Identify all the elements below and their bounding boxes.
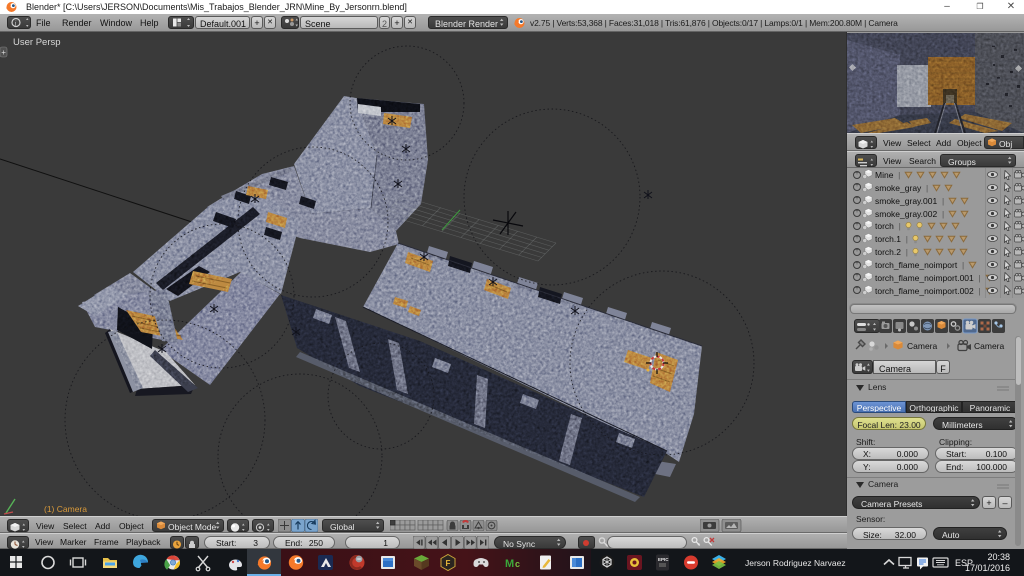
svg-text:+: +	[1, 48, 6, 57]
svg-text:(1) Camera: (1) Camera	[44, 504, 87, 514]
svg-text:M: M	[505, 558, 514, 570]
svg-text:17/01/2016: 17/01/2016	[965, 563, 1010, 573]
svg-text:c: c	[515, 559, 520, 569]
svg-text:EPIC: EPIC	[658, 557, 669, 562]
svg-text:Camera: Camera	[907, 341, 938, 351]
svg-text:F: F	[446, 559, 451, 568]
svg-text:i: i	[15, 20, 17, 28]
svg-text:Camera: Camera	[974, 341, 1005, 351]
svg-text:User Persp: User Persp	[13, 37, 61, 48]
svg-text:Jerson Rodriguez Narvaez: Jerson Rodriguez Narvaez	[745, 558, 846, 568]
svg-text:20:38: 20:38	[987, 552, 1010, 562]
